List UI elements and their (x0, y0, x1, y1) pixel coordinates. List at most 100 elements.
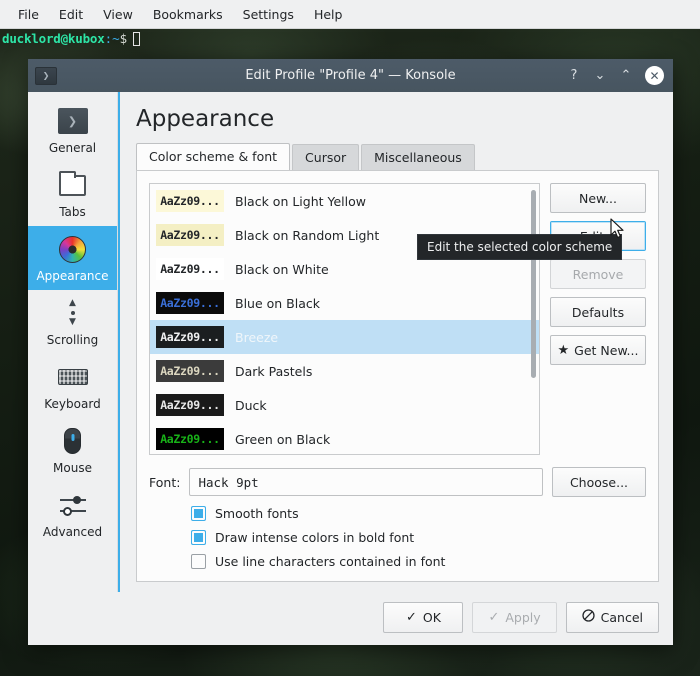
maximize-icon[interactable]: ⌃ (619, 67, 633, 85)
sliders-icon (58, 490, 88, 520)
menu-item-help[interactable]: Help (304, 3, 353, 26)
font-row: Font: Hack 9pt Choose... (149, 467, 646, 497)
dialog-titlebar[interactable]: ❯ Edit Profile "Profile 4" — Konsole ? ⌄… (28, 59, 673, 92)
sidebar-item-general[interactable]: ❯ General (28, 98, 117, 162)
sidebar-label-advanced: Advanced (42, 525, 103, 539)
scheme-name: Green on Black (235, 431, 331, 447)
keyboard-icon (57, 362, 88, 392)
sidebar-item-scrolling[interactable]: ▲ ▼ Scrolling (28, 290, 117, 354)
use-line-characters-label: Use line characters contained in font (215, 554, 446, 569)
color-scheme-list[interactable]: AaZz09... Black on Light Yellow AaZz09... B… (149, 183, 540, 455)
scheme-row[interactable]: AaZz09... Blue on Black (150, 286, 539, 320)
smooth-fonts-row[interactable]: Smooth fonts (191, 506, 646, 521)
scheme-row[interactable]: AaZz09... Green on Black (150, 422, 539, 454)
settings-content: Appearance Color scheme & font Cursor Mi… (118, 92, 673, 592)
menu-item-settings[interactable]: Settings (233, 3, 304, 26)
scheme-name: Breeze (235, 329, 279, 345)
sidebar-item-advanced[interactable]: Advanced (28, 482, 117, 546)
help-icon[interactable]: ? (567, 67, 581, 85)
prompt-dollar: $ (119, 31, 128, 46)
new-scheme-button[interactable]: New... (550, 183, 646, 213)
sidebar-label-tabs: Tabs (59, 205, 86, 219)
cancel-label: Cancel (600, 610, 643, 625)
sidebar-label-keyboard: Keyboard (44, 397, 101, 411)
page-title: Appearance (136, 106, 275, 132)
terminal-prompt-icon: ❯ (57, 106, 88, 136)
scheme-preview-swatch: AaZz09... (156, 292, 224, 314)
menu-item-edit[interactable]: Edit (49, 3, 93, 26)
scheme-section: AaZz09... Black on Light Yellow AaZz09... B… (149, 183, 646, 455)
menu-item-bookmarks[interactable]: Bookmarks (143, 3, 233, 26)
scheme-row[interactable]: AaZz09... Dark Pastels (150, 354, 539, 388)
prompt-user-host: ducklord@kubox (2, 31, 105, 46)
scheme-preview-swatch: AaZz09... (156, 258, 224, 280)
no-entry-icon (581, 609, 595, 626)
draw-intense-colors-label: Draw intense colors in bold font (215, 530, 415, 545)
use-line-characters-checkbox[interactable] (191, 554, 206, 569)
scheme-preview-swatch: AaZz09... (156, 360, 224, 382)
folder-icon (59, 170, 86, 200)
scheme-list-scrollbar[interactable] (531, 190, 536, 378)
menu-item-view[interactable]: View (93, 3, 143, 26)
minimize-icon[interactable]: ⌄ (593, 67, 607, 85)
ok-label: OK (422, 610, 441, 625)
sidebar-label-appearance: Appearance (36, 269, 109, 283)
new-scheme-label: New... (578, 190, 618, 206)
edit-profile-dialog: ❯ Edit Profile "Profile 4" — Konsole ? ⌄… (28, 59, 673, 645)
scheme-action-buttons: New... Edit... Remove Defaults (550, 183, 646, 455)
desktop-background: File Edit View Bookmarks Settings Help d… (0, 0, 700, 676)
sidebar-label-scrolling: Scrolling (46, 333, 99, 347)
tab-color-scheme-font[interactable]: Color scheme & font (136, 143, 291, 170)
get-new-button[interactable]: ★ Get New... (550, 335, 646, 365)
smooth-fonts-checkbox[interactable] (191, 506, 206, 521)
scheme-row[interactable]: AaZz09... Black on Light Yellow (150, 184, 539, 218)
scheme-row[interactable]: AaZz09... Breeze (150, 320, 539, 354)
check-icon-apply: ✓ (488, 610, 500, 625)
defaults-label: Defaults (571, 304, 625, 320)
sidebar-item-keyboard[interactable]: Keyboard (28, 354, 117, 418)
draw-intense-colors-checkbox[interactable] (191, 530, 206, 545)
prompt-colon: : (104, 31, 113, 46)
tab-cursor[interactable]: Cursor (292, 144, 360, 170)
tab-panel: AaZz09... Black on Light Yellow AaZz09... B… (136, 170, 659, 582)
star-icon: ★ (557, 342, 570, 358)
mouse-icon (64, 426, 81, 456)
scheme-name: Black on Random Light (235, 227, 380, 243)
ok-button[interactable]: ✓ OK (383, 602, 464, 633)
smooth-fonts-label: Smooth fonts (215, 506, 299, 521)
choose-font-button[interactable]: Choose... (552, 467, 646, 497)
scheme-name: Duck (235, 397, 267, 413)
dialog-body: ❯ General Tabs Appearance ▲▼ Scrolling (28, 92, 673, 592)
scroll-arrows-icon: ▲ ▼ (69, 298, 76, 327)
close-icon[interactable]: ✕ (645, 66, 664, 85)
scheme-name: Black on Light Yellow (235, 193, 366, 209)
scheme-preview-swatch: AaZz09... (156, 190, 224, 212)
sidebar-item-mouse[interactable]: Mouse (28, 418, 117, 482)
defaults-button[interactable]: Defaults (550, 297, 646, 327)
apply-button: ✓ Apply (472, 602, 557, 633)
settings-sidebar: ❯ General Tabs Appearance ▲▼ Scrolling (28, 92, 118, 592)
scheme-row[interactable]: AaZz09... Duck (150, 388, 539, 422)
menu-item-file[interactable]: File (8, 3, 49, 26)
cancel-button[interactable]: Cancel (565, 602, 659, 633)
scheme-preview-swatch: AaZz09... (156, 394, 224, 416)
sidebar-item-tabs[interactable]: Tabs (28, 162, 117, 226)
check-icon: ✓ (405, 610, 417, 625)
remove-scheme-button: Remove (550, 259, 646, 289)
terminal-prompt-line[interactable]: ducklord@kubox: ~ $ (0, 29, 700, 48)
scheme-name: Dark Pastels (235, 363, 313, 379)
apply-label: Apply (505, 610, 541, 625)
konsole-icon: ❯ (35, 66, 57, 85)
sidebar-label-mouse: Mouse (53, 461, 92, 475)
draw-intense-colors-row[interactable]: Draw intense colors in bold font (191, 530, 646, 545)
tab-miscellaneous[interactable]: Miscellaneous (361, 144, 475, 170)
font-input[interactable]: Hack 9pt (189, 468, 543, 496)
scheme-preview-swatch: AaZz09... (156, 224, 224, 246)
scheme-rows: AaZz09... Black on Light Yellow AaZz09... B… (150, 184, 539, 454)
get-new-label: Get New... (574, 342, 639, 358)
sidebar-item-appearance[interactable]: Appearance (28, 226, 117, 290)
use-line-characters-row[interactable]: Use line characters contained in font (191, 554, 646, 569)
font-label: Font: (149, 474, 181, 490)
scheme-preview-swatch: AaZz09... (156, 428, 224, 450)
tab-bar: Color scheme & font Cursor Miscellaneous (136, 143, 659, 170)
